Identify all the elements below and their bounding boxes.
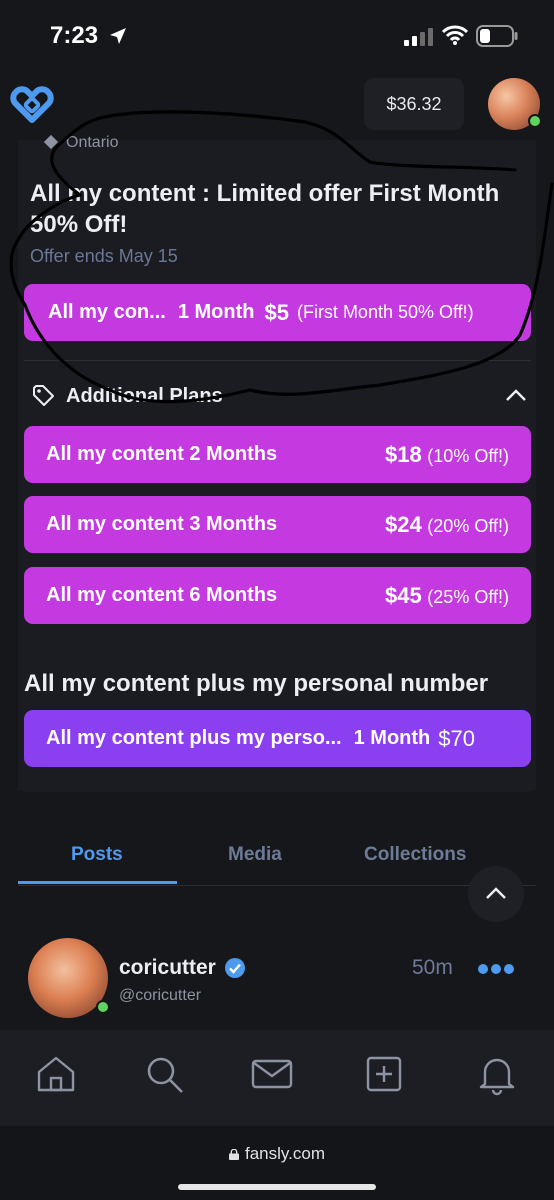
bottom-navigation	[0, 1030, 554, 1126]
chevron-up-icon	[486, 887, 506, 899]
tab-collections[interactable]: Collections	[364, 844, 466, 866]
verified-badge-icon	[224, 958, 245, 978]
status-time: 7:23	[50, 22, 99, 49]
personal-tier-title: All my content plus my personal number	[24, 670, 489, 697]
subscription-section: Ontario All my content : Limited offer F…	[0, 134, 554, 1030]
plan-discount: (First Month 50% Off!)	[296, 302, 474, 322]
tab-media[interactable]: Media	[228, 844, 282, 866]
search-icon[interactable]	[142, 1052, 186, 1096]
post-author-handle[interactable]: @coricutter	[119, 987, 201, 1005]
user-avatar[interactable]	[488, 78, 542, 130]
plan-duration: 1 Month	[177, 301, 255, 323]
create-post-icon[interactable]	[362, 1052, 406, 1096]
scroll-to-top-button[interactable]	[468, 866, 524, 922]
divider	[24, 360, 531, 361]
wallet-balance[interactable]: $36.32	[364, 78, 464, 130]
plan-button-6-months[interactable]: All my content 6 Months $45 (25% Off!)	[24, 567, 531, 624]
online-status-dot	[528, 114, 542, 128]
more-options-icon[interactable]	[477, 962, 515, 976]
location-arrow-icon	[110, 28, 126, 44]
battery-icon	[476, 25, 518, 47]
wifi-icon	[442, 25, 468, 45]
active-tab-indicator	[18, 881, 177, 884]
plan-button-2-months[interactable]: All my content 2 Months $18 (10% Off!)	[24, 426, 531, 483]
browser-address-bar[interactable]: fansly.com	[0, 1126, 554, 1200]
post-author-avatar[interactable]	[28, 938, 110, 1018]
profile-tabs: Posts Media Collections	[18, 830, 536, 886]
additional-plans-heading: Additional Plans	[66, 384, 223, 407]
chevron-up-icon[interactable]	[505, 388, 527, 402]
offer-ends-label: Offer ends May 15	[30, 246, 178, 266]
personal-tier-button[interactable]: All my content plus my perso... 1 Month …	[24, 710, 531, 767]
creator-location: Ontario	[43, 134, 118, 152]
online-status-dot	[96, 1000, 110, 1014]
status-bar: 7:23	[0, 0, 554, 72]
messages-icon[interactable]	[250, 1052, 294, 1096]
home-indicator	[178, 1184, 376, 1190]
lock-icon	[229, 1149, 239, 1160]
plan-price: $5	[264, 299, 289, 325]
tab-posts[interactable]: Posts	[71, 844, 123, 866]
plan-button-3-months[interactable]: All my content 3 Months $24 (20% Off!)	[24, 496, 531, 553]
fansly-logo-icon[interactable]	[10, 84, 54, 124]
url-display[interactable]: fansly.com	[0, 1144, 554, 1164]
plan-name: All my con...	[48, 301, 166, 323]
notifications-bell-icon[interactable]	[475, 1052, 519, 1096]
offer-title: All my content : Limited offer First Mon…	[30, 180, 500, 238]
limited-offer-button[interactable]: All my con... 1 Month $5 (First Month 50…	[24, 284, 531, 341]
post-timestamp: 50m	[412, 956, 453, 979]
home-icon[interactable]	[34, 1052, 78, 1096]
location-pin-icon	[43, 134, 59, 150]
additional-plans-toggle[interactable]: Additional Plans	[32, 382, 223, 410]
cellular-signal-icon	[404, 28, 433, 46]
app-header: $36.32	[0, 72, 554, 140]
tag-icon	[33, 385, 54, 406]
post-author-name[interactable]: coricutter	[119, 956, 246, 980]
